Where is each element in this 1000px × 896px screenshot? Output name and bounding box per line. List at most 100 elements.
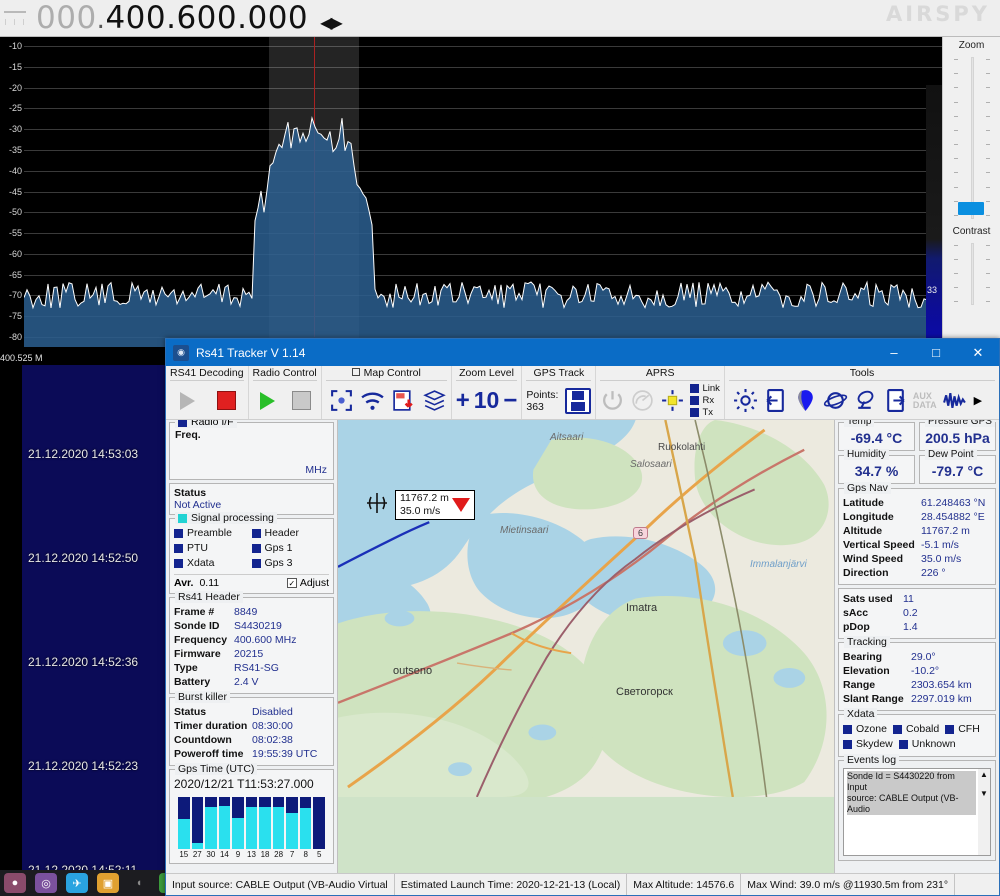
zoom-in-button[interactable]: +	[456, 389, 470, 413]
close-button[interactable]: ✕	[957, 339, 999, 366]
radio-stop-button[interactable]	[289, 388, 315, 414]
group-label-map-control: Map Control	[326, 367, 447, 381]
avr-label: Avr.	[174, 577, 193, 589]
power-icon[interactable]	[600, 388, 625, 413]
group-label-rs41-decoding: RS41 Decoding	[170, 367, 244, 381]
slider-tick	[954, 259, 958, 260]
taskbar-icon-viber[interactable]: ◎	[35, 873, 57, 893]
header-led-icon	[252, 529, 261, 538]
radio-play-button[interactable]	[255, 388, 281, 414]
row-value: 28.454882 °E	[921, 510, 985, 524]
events-log-list[interactable]: Sonde Id = S4430220 from Input source: C…	[843, 768, 991, 856]
gps3-led-icon	[252, 559, 261, 568]
beacon-icon[interactable]	[660, 388, 685, 413]
xdata-led-icon	[843, 725, 852, 734]
rs41-toolbar[interactable]: RS41 Decoding Radio Control Map Control	[166, 366, 999, 420]
satellite-bar-fill	[273, 807, 285, 849]
events-log-scrollbar[interactable]: ▲ ▼	[978, 769, 990, 855]
data-row: Wind Speed35.0 m/s	[843, 552, 991, 566]
zoom-out-button[interactable]: −	[503, 389, 517, 413]
scroll-down-icon[interactable]: ▼	[980, 788, 988, 799]
map-pin-icon[interactable]	[793, 388, 818, 413]
data-row: Latitude61.248463 °N	[843, 496, 991, 510]
contrast-slider[interactable]	[950, 239, 994, 309]
scroll-up-icon[interactable]: ▲	[980, 769, 988, 780]
toolbar-overflow-arrow[interactable]: ▶	[974, 394, 982, 407]
taskbar-icon-app[interactable]: ▣	[97, 873, 119, 893]
map-canvas[interactable]	[338, 420, 834, 797]
aux-data-icon[interactable]: AUX DATA	[913, 392, 937, 410]
globe-icon[interactable]	[823, 388, 848, 413]
map-download-icon[interactable]	[391, 388, 416, 413]
map-view[interactable]: 11767.2 m 35.0 m/s 6 AitsaariRuokolahtiS…	[338, 420, 834, 873]
waveform-icon[interactable]	[942, 388, 967, 413]
row-value: 2297.019 km	[911, 692, 972, 706]
spectrum-scale-strip[interactable]: 33	[926, 85, 942, 365]
spectrum-right-rail: Zoom Contrast	[942, 37, 1000, 365]
gps-time-caption: Gps Time (UTC)	[175, 763, 257, 775]
row-key: Type	[174, 661, 234, 675]
adjust-checkbox[interactable]: ✓	[287, 578, 297, 588]
row-key: pDop	[843, 620, 903, 634]
sonde-marker-icon[interactable]	[364, 490, 390, 516]
slider-tick	[954, 187, 958, 188]
satellite-bar	[273, 797, 285, 849]
row-key: Poweroff time	[174, 747, 252, 761]
spectrum-x-label: 400.525 M	[0, 353, 43, 363]
events-log-line-2[interactable]: source: CABLE Output (VB-Audio	[847, 793, 976, 815]
taskbar-icon-user[interactable]: ●	[4, 873, 26, 893]
center-target-icon[interactable]	[329, 388, 354, 413]
radio-freq-value[interactable]	[175, 441, 328, 453]
flag-gps1: Gps 1	[252, 541, 330, 556]
row-key: Elevation	[843, 664, 911, 678]
data-row: Longitude28.454882 °E	[843, 510, 991, 524]
group-label-radio-control: Radio Control	[253, 367, 317, 381]
maximize-button[interactable]: □	[915, 339, 957, 366]
group-label-zoom-level: Zoom Level	[456, 367, 518, 381]
gear-icon[interactable]	[733, 388, 758, 413]
zoom-slider-thumb[interactable]	[958, 202, 984, 215]
minimize-button[interactable]: –	[873, 339, 915, 366]
map-control-checkbox[interactable]	[352, 368, 360, 376]
status-bar-item: Estimated Launch Time: 2020-12-21-13 (Lo…	[395, 874, 627, 895]
toolbar-group-tools: Tools	[725, 366, 999, 419]
flag-xdata: Xdata	[174, 556, 252, 571]
xdata-row: OzoneCobaldCFH	[843, 722, 991, 737]
radio-freq-unit: MHz	[305, 464, 327, 476]
file-import-icon[interactable]	[763, 388, 788, 413]
satellite-bar	[313, 797, 325, 849]
taskbar-icon-telegram[interactable]: ✈	[66, 873, 88, 893]
frequency-step-arrows[interactable]: ◀▶	[320, 13, 341, 32]
xdata-item: Ozone	[843, 722, 887, 737]
slider-tick	[954, 59, 958, 60]
frequency-display[interactable]: 000.400.600.000 ◀▶	[36, 0, 341, 36]
row-key: Frequency	[174, 633, 234, 647]
play-icon	[260, 392, 275, 410]
row-key: Vertical Speed	[843, 538, 921, 552]
zoom-slider[interactable]	[950, 53, 994, 223]
rs41-app-icon: ◉	[173, 345, 189, 361]
decoding-stop-button[interactable]	[213, 388, 239, 414]
satellite-dish-icon[interactable]	[853, 388, 878, 413]
spectrum-plot[interactable]	[24, 37, 942, 347]
slider-tick	[954, 130, 958, 131]
sdr-volume-slider[interactable]	[2, 1, 28, 35]
satellite-bar-fill	[192, 843, 204, 849]
aprs-radar-icon[interactable]	[630, 388, 655, 413]
spectrum-analyzer[interactable]: -10-15-20-25-30-35-40-45-50-55-60-65-70-…	[0, 37, 942, 365]
decoding-play-button[interactable]	[174, 388, 200, 414]
row-value: 0.2	[903, 606, 918, 620]
xdata-item: Skydew	[843, 737, 893, 752]
contrast-slider-label: Contrast	[943, 223, 1000, 237]
rs41-title-bar[interactable]: ◉ Rs41 Tracker V 1.14 – □ ✕	[166, 339, 999, 366]
rs41-tracker-window[interactable]: ◉ Rs41 Tracker V 1.14 – □ ✕ RS41 Decodin…	[165, 338, 1000, 896]
slider-tick	[954, 116, 958, 117]
taskbar-icon-volume[interactable]: ◖	[128, 873, 150, 893]
map-layers-icon[interactable]	[422, 388, 447, 413]
row-key: Altitude	[843, 524, 921, 538]
wifi-icon[interactable]	[360, 388, 385, 413]
group-label-gps-track: GPS Track	[526, 367, 591, 381]
file-export-icon[interactable]	[883, 388, 908, 413]
save-track-icon[interactable]	[565, 388, 591, 414]
events-log-line-1[interactable]: Sonde Id = S4430220 from Input	[847, 771, 976, 793]
